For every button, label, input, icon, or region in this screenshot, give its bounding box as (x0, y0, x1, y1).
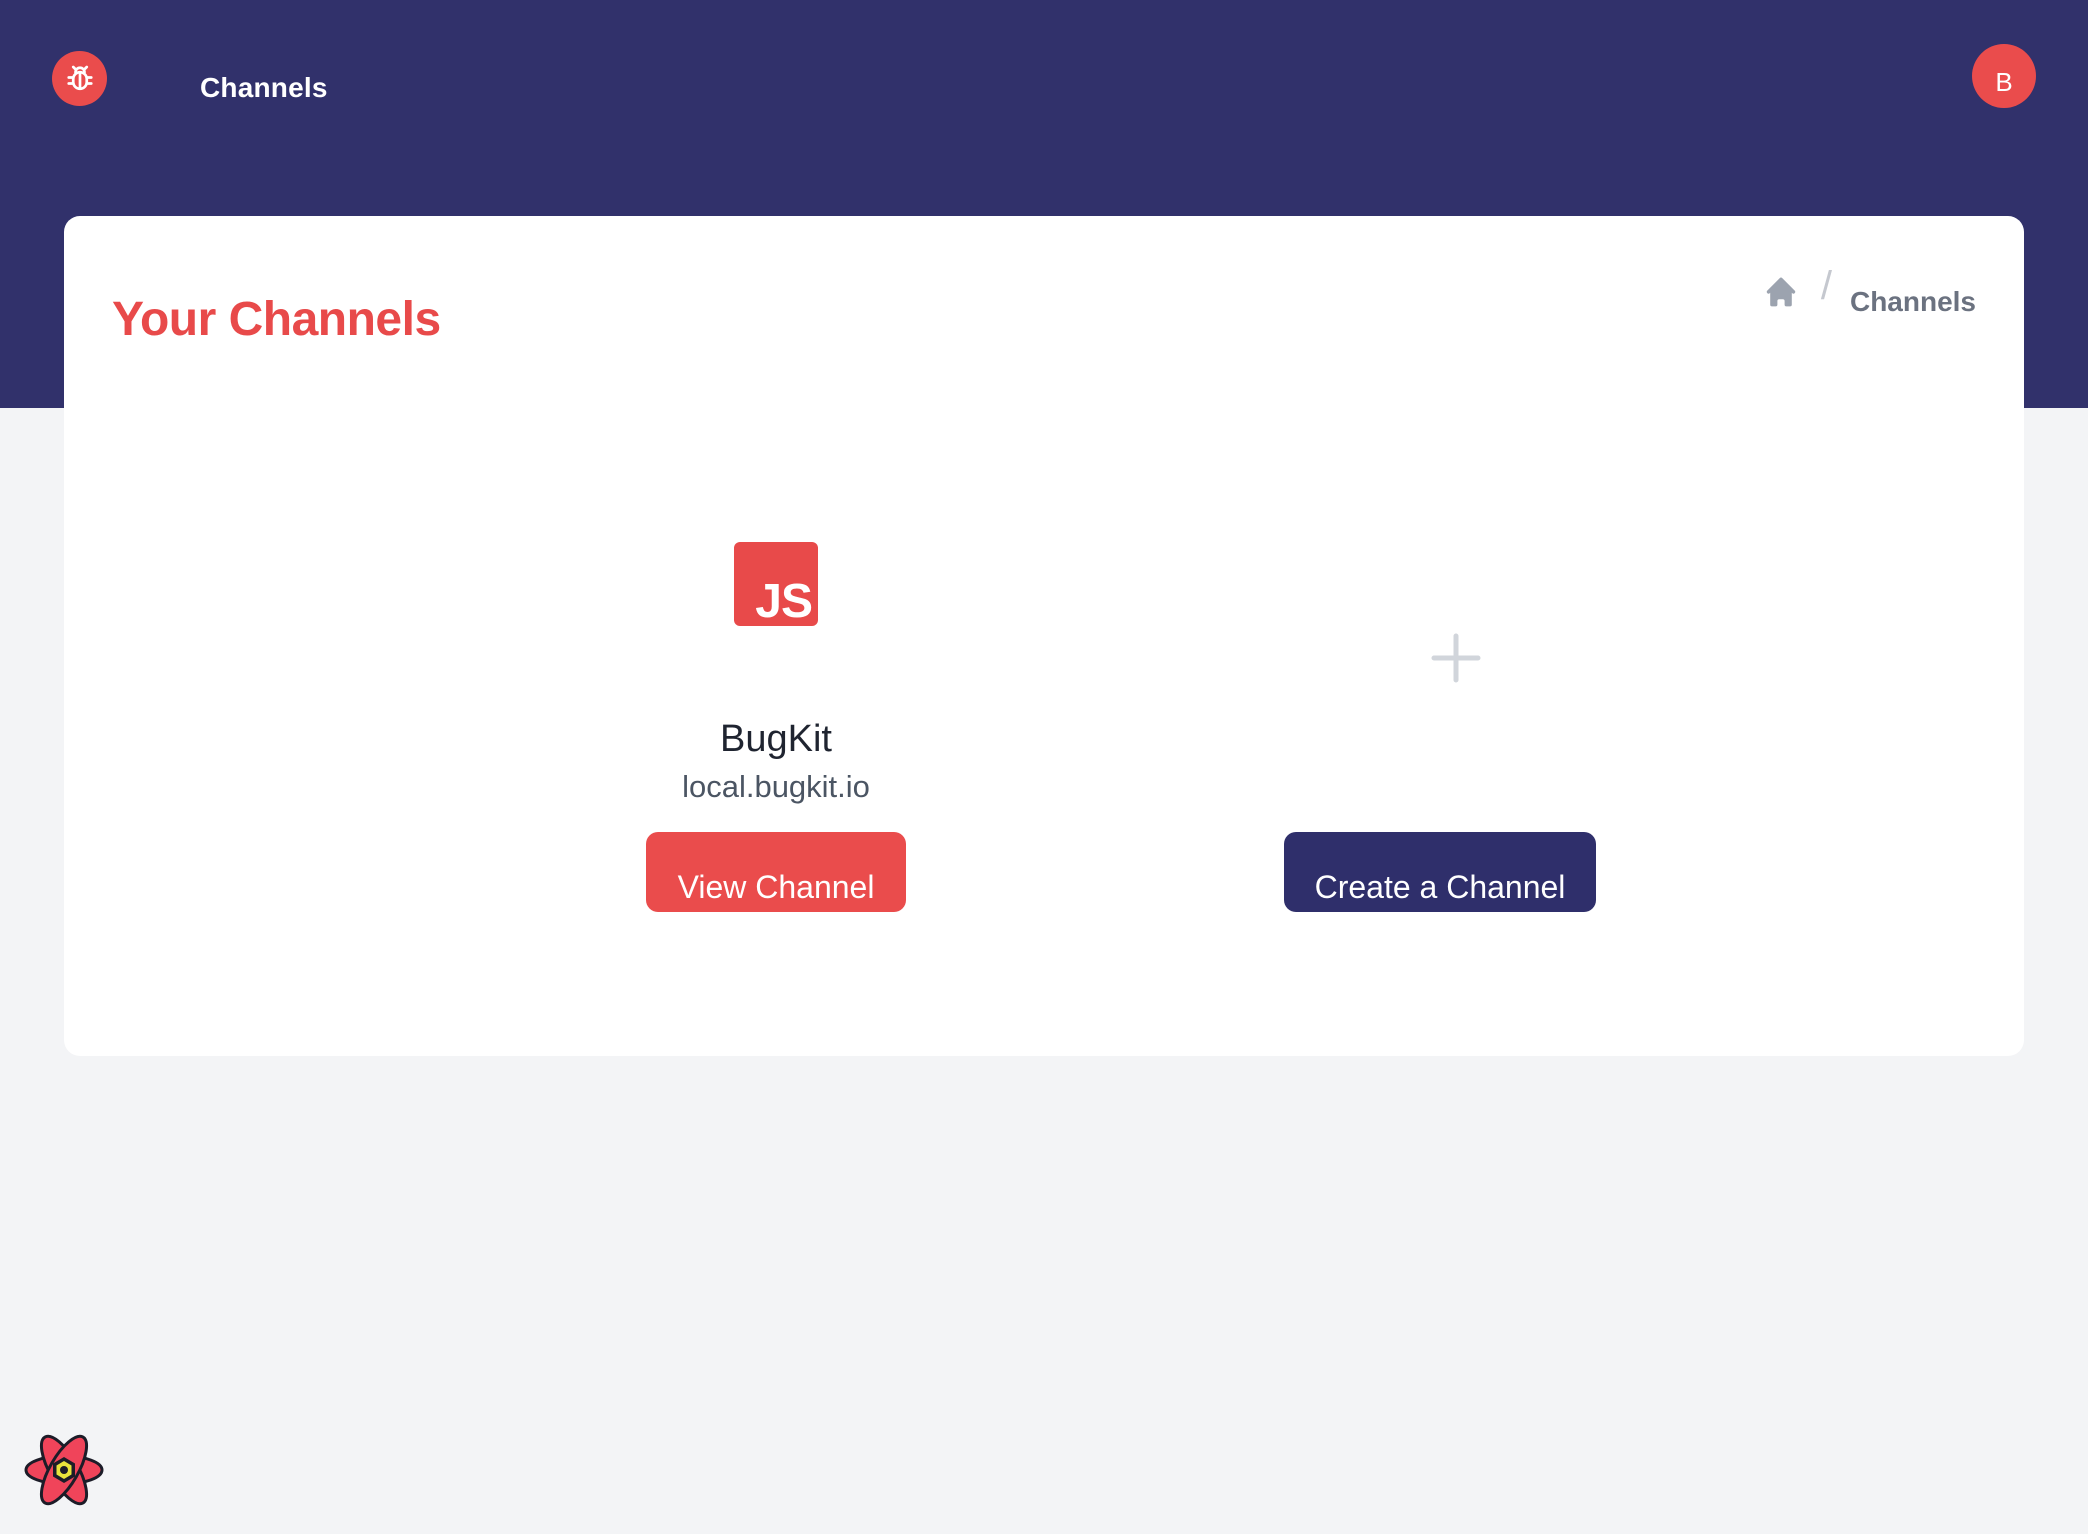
javascript-icon: JS (734, 542, 818, 626)
bug-logo-icon[interactable] (52, 51, 107, 106)
react-devtools-icon[interactable] (22, 1432, 106, 1508)
home-icon[interactable] (1763, 274, 1799, 310)
page-title: Your Channels (112, 293, 441, 346)
channel-domain: local.bugkit.io (682, 769, 870, 804)
create-channel-button[interactable]: Create a Channel (1284, 832, 1596, 912)
channel-name: BugKit (720, 718, 832, 760)
breadcrumb-current[interactable]: Channels (1850, 286, 1976, 318)
channel-tile: JS BugKit local.bugkit.io View Channel (544, 536, 1008, 936)
breadcrumb: / Channels (1763, 263, 1976, 318)
avatar-initial: B (1995, 67, 2013, 97)
breadcrumb-separator: / (1820, 263, 1832, 308)
plus-icon[interactable] (1430, 632, 1482, 684)
create-channel-tile: Create a Channel (1224, 536, 1688, 936)
nav-channels-link[interactable]: Channels (200, 72, 328, 104)
view-channel-button[interactable]: View Channel (646, 832, 906, 912)
user-avatar[interactable]: B (1972, 44, 2036, 108)
channels-card: Your Channels / Channels JS BugKit local… (64, 216, 2024, 1056)
